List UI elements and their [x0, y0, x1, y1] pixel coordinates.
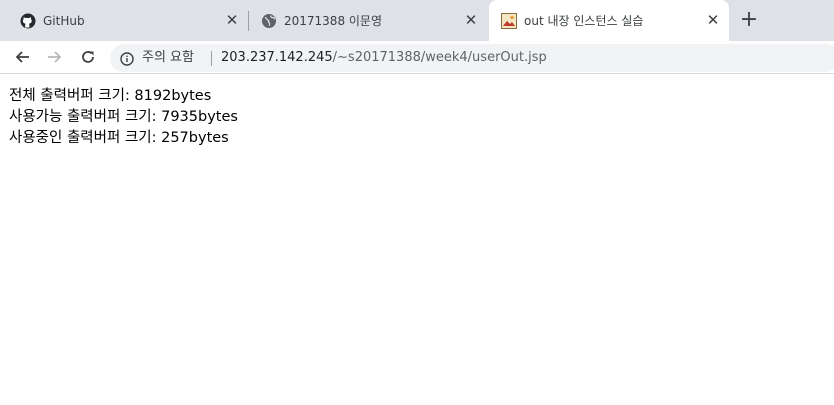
arrow-left-icon: [15, 51, 29, 63]
reload-icon: [82, 51, 94, 63]
close-tab-button[interactable]: ✕: [224, 12, 240, 28]
security-label[interactable]: 주의 요함: [142, 50, 194, 66]
tab-strip: GitHub ✕ 20171388 이문영 ✕ out 내장 인스턴스 실습 ✕…: [0, 0, 834, 41]
url-host: 203.237.142.245: [221, 50, 333, 65]
close-tab-button[interactable]: ✕: [705, 12, 721, 28]
close-tab-button[interactable]: ✕: [463, 12, 479, 28]
tab-title: out 내장 인스턴스 실습: [524, 14, 644, 28]
tab-active[interactable]: out 내장 인스턴스 실습 ✕: [489, 0, 729, 41]
new-tab-button[interactable]: +: [738, 9, 760, 31]
page-content: 전체 출력버퍼 크기: 8192bytes 사용가능 출력버퍼 크기: 7935…: [9, 86, 238, 149]
tab-student[interactable]: 20171388 이문영 ✕: [249, 0, 487, 41]
github-icon: [20, 13, 36, 29]
tab-title: GitHub: [43, 14, 85, 28]
tab-title: 20171388 이문영: [284, 14, 383, 28]
forward-button[interactable]: [44, 46, 66, 68]
omnibox-divider: [211, 51, 212, 66]
available-buffer-line: 사용가능 출력버퍼 크기: 7935bytes: [9, 109, 238, 125]
address-bar[interactable]: 주의 요함 203.237.142.245/~s20171388/week4/u…: [110, 44, 834, 72]
total-buffer-line: 전체 출력버퍼 크기: 8192bytes: [9, 88, 212, 104]
page-favicon: [501, 13, 517, 29]
used-buffer-line: 사용중인 출력버퍼 크기: 257bytes: [9, 130, 229, 146]
url-text[interactable]: 203.237.142.245/~s20171388/week4/userOut…: [221, 50, 547, 66]
arrow-right-icon: [48, 51, 62, 63]
info-icon[interactable]: [120, 51, 134, 66]
browser-toolbar: 주의 요함 203.237.142.245/~s20171388/week4/u…: [0, 41, 834, 74]
reload-button[interactable]: [77, 46, 99, 68]
globe-icon: [261, 13, 277, 29]
back-button[interactable]: [11, 46, 33, 68]
url-path: /~s20171388/week4/userOut.jsp: [332, 50, 547, 65]
tab-github[interactable]: GitHub ✕: [8, 0, 248, 41]
